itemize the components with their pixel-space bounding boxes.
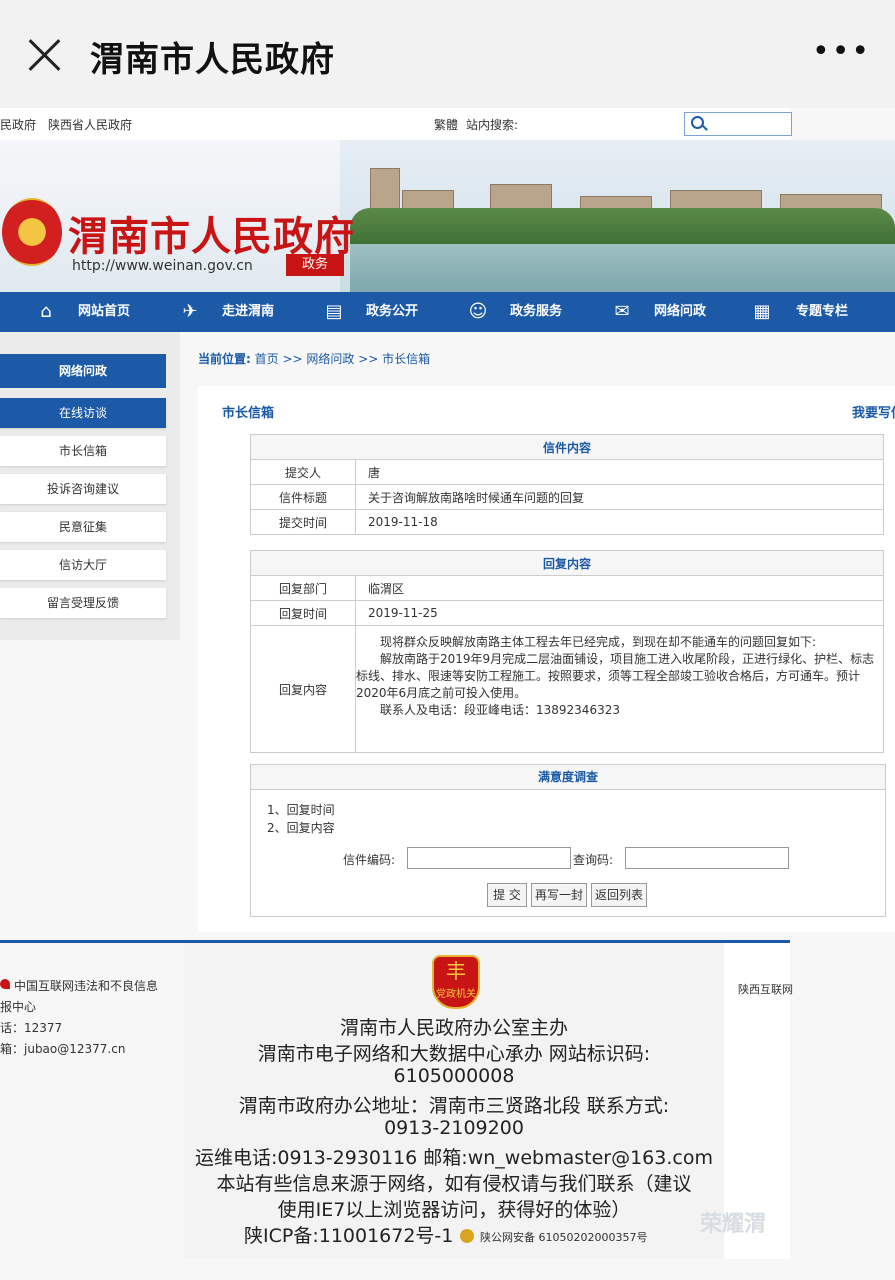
table-row: 提交时间 2019-11-18 <box>250 509 884 535</box>
sidebar-heading: 网络问政 <box>0 354 166 388</box>
search-input[interactable] <box>684 112 792 136</box>
sidebar-item-petition-hall[interactable]: 信访大厅 <box>0 550 166 580</box>
app-title: 渭南市人民政府 <box>90 40 335 80</box>
letter-heading: 信件内容 <box>250 434 884 460</box>
watermark: 荣耀渭 <box>700 1212 767 1237</box>
more-icon[interactable]: ••• <box>812 37 871 67</box>
home-icon: ⌂ <box>40 301 52 322</box>
sidebar-item-feedback[interactable]: 留言受理反馈 <box>0 588 166 618</box>
calendar-icon: ▦ <box>753 301 771 322</box>
submit-button[interactable]: 提 交 <box>487 883 527 907</box>
sidebar-item-complaints[interactable]: 投诉咨询建议 <box>0 474 166 504</box>
party-gov-shield-icon[interactable]: 丰 党政机关 <box>432 955 480 1009</box>
site-banner: 渭南市人民政府 http://www.weinan.gov.cn 政务 <box>0 140 895 292</box>
reply-body: 现将群众反映解放南路主体工程去年已经完成，到现在却不能通车的问题回复如下: 解放… <box>355 625 884 753</box>
sidebar: 网络问政 在线访谈 市长信箱 投诉咨询建议 民意征集 信访大厅 留言受理反馈 <box>0 332 180 640</box>
letter-code-input[interactable] <box>407 847 571 869</box>
app-bar: 渭南市人民政府 ••• <box>0 0 895 108</box>
survey-item: 1、回复时间 <box>267 803 335 817</box>
banner-trees <box>350 208 895 248</box>
banner-lake <box>350 244 895 292</box>
web-page: 民政府 陕西省人民政府 繁體 站内搜索: 渭南市人民政府 http://www.… <box>0 108 895 1280</box>
top-links-bar: 民政府 陕西省人民政府 繁體 站内搜索: <box>0 108 792 141</box>
site-url: http://www.weinan.gov.cn <box>72 258 253 274</box>
survey-heading: 满意度调查 <box>251 765 885 790</box>
icp-number[interactable]: 陕ICP备:11001672号-1 <box>244 1221 453 1248</box>
link-province-gov[interactable]: 陕西省人民政府 <box>48 116 132 133</box>
link-city-gov[interactable]: 民政府 <box>0 116 36 133</box>
nav-topics[interactable]: 专题专栏 <box>796 292 848 332</box>
nav-online-politics[interactable]: 网络问政 <box>654 292 706 332</box>
breadcrumb-trail[interactable]: 首页 >> 网络问政 >> 市长信箱 <box>255 352 430 366</box>
letter-code-label: 信件编码: <box>343 853 396 867</box>
query-code-label: 查询码: <box>573 853 614 867</box>
table-row: 回复部门 临渭区 <box>250 575 884 601</box>
breadcrumb: 当前位置: 首页 >> 网络问政 >> 市长信箱 <box>198 350 430 367</box>
satisfaction-survey: 满意度调查 1、回复时间 2、回复内容 信件编码: 查询码: 提 交 再写一封 … <box>250 764 886 917</box>
sidebar-item-online-interview[interactable]: 在线访谈 <box>0 398 166 428</box>
write-letter-link[interactable]: 我要写信 <box>852 402 895 421</box>
close-icon[interactable] <box>26 36 64 74</box>
mailbox-title: 市长信箱 <box>222 406 275 421</box>
footer-report-center: 中国互联网违法和不良信息 报中心 话：12377 箱：jubao@12377.c… <box>0 943 184 1259</box>
sidebar-item-mayor-mailbox[interactable]: 市长信箱 <box>0 436 166 466</box>
chat-icon: ✉ <box>614 301 630 322</box>
letter-table: 信件内容 提交人唐 信件标题 关于咨询解放南路啥时候通车问题的回复 提交时间 201… <box>250 434 884 535</box>
nav-services[interactable]: 政务服务 <box>510 292 562 332</box>
footer-info: 丰 党政机关 渭南市人民政府办公室主办 渭南市电子网络和大数据中心承办 网站标识… <box>184 943 724 1259</box>
sidebar-item-public-opinion[interactable]: 民意征集 <box>0 512 166 542</box>
back-to-list-button[interactable]: 返回列表 <box>591 883 647 907</box>
table-row: 回复时间 2019-11-25 <box>250 600 884 626</box>
map-icon: ✈ <box>182 301 198 322</box>
nav-home[interactable]: 网站首页 <box>78 292 130 332</box>
query-code-input[interactable] <box>625 847 789 869</box>
nav-about[interactable]: 走进渭南 <box>222 292 274 332</box>
document-icon: ▤ <box>325 301 343 322</box>
police-badge-icon <box>460 1229 474 1243</box>
breadcrumb-label: 当前位置: <box>198 352 251 366</box>
report-center-icon <box>0 979 10 989</box>
zhengwu-badge: 政务 <box>286 254 344 276</box>
site-search-label: 站内搜索: <box>466 118 519 132</box>
nav-gov-affairs[interactable]: 政务公开 <box>366 292 418 332</box>
content-panel: 市长信箱 我要写信 信件内容 提交人唐 信件标题关于咨询解放南路啥时候通车问题的… <box>198 386 895 932</box>
table-row: 回复内容 现将群众反映解放南路主体工程去年已经完成，到现在却不能通车的问题回复如… <box>250 625 884 753</box>
police-record[interactable]: 陕公网安备 61050202000357号 <box>480 1229 647 1245</box>
national-emblem-icon <box>2 198 62 266</box>
reply-table: 回复内容 回复部门 临渭区 回复时间 2019-11-25 回复内容 现将群众反映解… <box>250 550 884 753</box>
search-icon[interactable] <box>691 116 704 129</box>
reply-heading: 回复内容 <box>250 550 884 576</box>
traditional-chinese-link[interactable]: 繁體 <box>434 116 458 133</box>
people-icon: ☺ <box>468 301 488 322</box>
write-again-button[interactable]: 再写一封 <box>531 883 587 907</box>
survey-item: 2、回复内容 <box>267 821 335 835</box>
main-nav: ⌂ 网站首页 ✈ 走进渭南 ▤ 政务公开 ☺ 政务服务 ✉ 网络问政 ▦ 专题专… <box>0 292 895 332</box>
table-row: 提交人唐 <box>250 459 884 485</box>
table-row: 信件标题 关于咨询解放南路啥时候通车问题的回复 <box>250 484 884 510</box>
